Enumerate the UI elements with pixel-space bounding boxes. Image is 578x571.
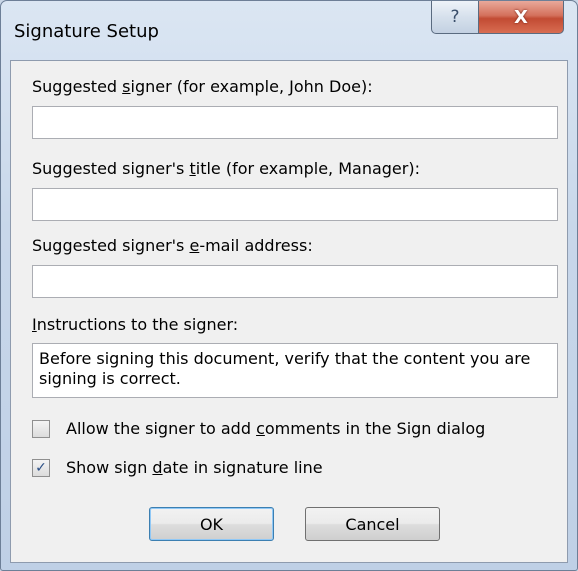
signer-title-label: Suggested signer's title (for example, M… (32, 159, 420, 178)
instructions-label: Instructions to the signer: (32, 315, 239, 334)
signer-label: Suggested signer (for example, John Doe)… (32, 77, 373, 96)
close-button[interactable]: X (478, 1, 564, 34)
dialog-title: Signature Setup (14, 21, 159, 42)
cancel-button[interactable]: Cancel (305, 507, 440, 541)
signer-title-field[interactable] (32, 188, 558, 221)
signer-field[interactable] (32, 106, 558, 139)
help-button[interactable]: ? (431, 1, 479, 34)
allow-comments-checkbox[interactable] (32, 419, 50, 438)
ok-button[interactable]: OK (149, 507, 274, 541)
allow-comments-option[interactable]: Allow the signer to add comments in the … (32, 419, 485, 438)
help-icon: ? (450, 7, 460, 27)
allow-comments-label: Allow the signer to add comments in the … (66, 419, 486, 438)
show-date-checkbox[interactable]: ✓ (32, 458, 50, 477)
signer-email-field[interactable] (32, 265, 558, 298)
dialog-body: Suggested signer (for example, John Doe)… (10, 60, 568, 563)
instructions-textarea[interactable]: Before signing this document, verify tha… (32, 343, 558, 398)
signer-email-label: Suggested signer's e-mail address: (32, 236, 313, 255)
close-icon: X (514, 6, 528, 28)
signature-setup-dialog: Signature Setup ? X Suggested signer (fo… (0, 0, 578, 571)
show-date-label: Show sign date in signature line (66, 458, 323, 477)
title-bar[interactable]: Signature Setup ? X (1, 1, 577, 61)
show-date-option[interactable]: ✓ Show sign date in signature line (32, 458, 323, 477)
